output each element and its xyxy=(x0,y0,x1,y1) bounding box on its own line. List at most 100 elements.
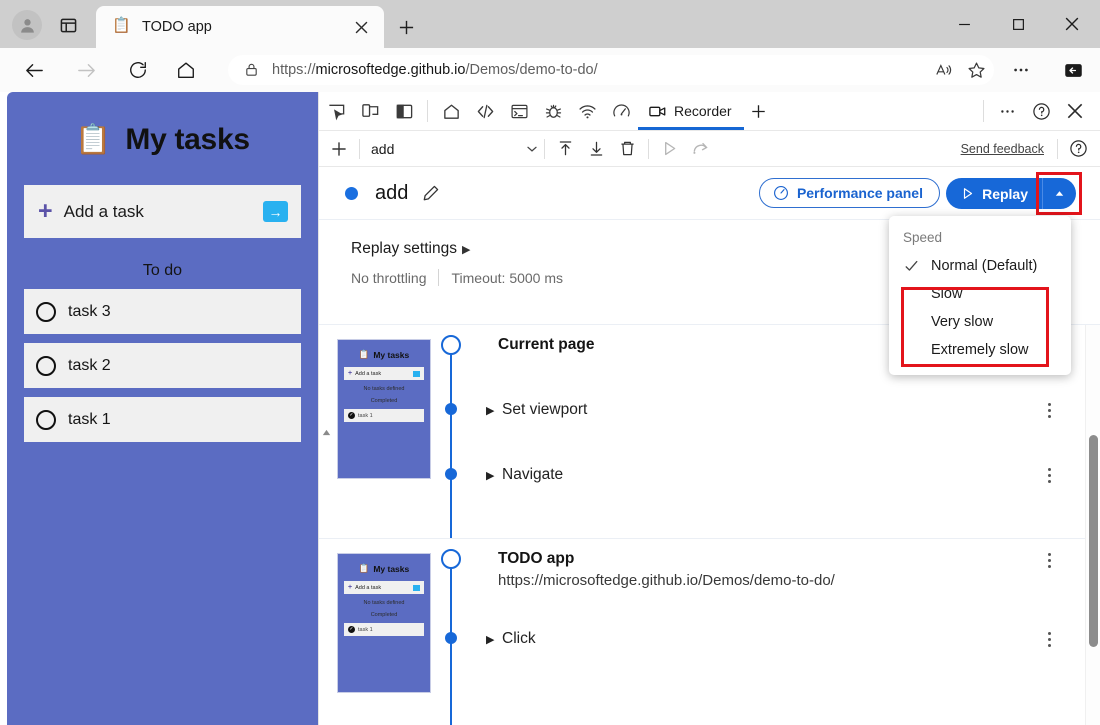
toolbar-divider xyxy=(544,139,545,159)
step-navigate[interactable]: ▶ Navigate xyxy=(486,460,1100,490)
timeline-rail xyxy=(450,345,452,538)
add-recording-icon[interactable] xyxy=(323,135,354,163)
window-close-button[interactable] xyxy=(1050,8,1094,40)
performance-icon[interactable] xyxy=(604,96,638,126)
step-menu-icon[interactable] xyxy=(1038,547,1060,573)
timeline-node-open xyxy=(441,549,461,569)
thumbnail-add-label: Add a task xyxy=(355,585,413,591)
devtools-close-icon[interactable] xyxy=(1058,96,1092,126)
step-over-icon xyxy=(685,135,716,163)
devtools-tabbar-right xyxy=(977,96,1100,126)
recorder-camera-icon xyxy=(648,102,667,121)
task-checkbox-icon[interactable] xyxy=(36,410,56,430)
add-panel-button[interactable] xyxy=(744,96,774,126)
checkmark-icon xyxy=(903,258,931,275)
performance-panel-label: Performance panel xyxy=(797,185,923,201)
step-set-viewport[interactable]: ▶ Set viewport xyxy=(486,395,1100,425)
back-button[interactable] xyxy=(18,54,50,86)
browser-tab[interactable]: 📋 TODO app xyxy=(96,6,384,48)
recording-select-value: add xyxy=(371,141,525,157)
new-tab-button[interactable] xyxy=(392,13,420,41)
speed-option-normal[interactable]: Normal (Default) xyxy=(889,252,1071,280)
favorite-star-icon[interactable] xyxy=(962,56,990,84)
address-bar[interactable]: https://microsoftedge.github.io/Demos/de… xyxy=(228,55,994,85)
task-list-item[interactable]: task 3 xyxy=(24,289,301,334)
browser-navigation-bar: https://microsoftedge.github.io/Demos/de… xyxy=(0,48,1100,92)
add-task-submit-icon[interactable]: → xyxy=(263,201,288,222)
step-menu-icon[interactable] xyxy=(1038,626,1060,652)
thumbnail-add-label: Add a task xyxy=(355,371,413,377)
add-task-input[interactable]: + Add a task → xyxy=(24,185,301,238)
browser-more-options-icon[interactable] xyxy=(1006,55,1036,85)
inspect-element-icon[interactable] xyxy=(319,96,353,126)
network-icon[interactable] xyxy=(570,96,604,126)
task-list-item[interactable]: task 1 xyxy=(24,397,301,442)
tab-recorder-label: Recorder xyxy=(674,103,732,119)
plus-icon: + xyxy=(38,199,53,224)
elements-icon[interactable] xyxy=(468,96,502,126)
browser-tabstrip: 📋 TODO app xyxy=(0,0,1100,48)
speed-option-very-slow[interactable]: Very slow xyxy=(889,308,1071,336)
speed-option-slow[interactable]: Slow xyxy=(889,280,1071,308)
web-page-viewport: 📋 My tasks + Add a task → To do task 3 t… xyxy=(0,92,318,725)
home-button[interactable] xyxy=(170,54,202,86)
window-minimize-button[interactable] xyxy=(942,8,986,40)
device-emulation-icon[interactable] xyxy=(353,96,387,126)
split-screen-icon[interactable] xyxy=(1058,55,1088,85)
welcome-home-icon[interactable] xyxy=(434,96,468,126)
step-label: Set viewport xyxy=(502,401,587,419)
speed-option-label: Extremely slow xyxy=(931,342,1029,358)
tab-close-icon[interactable] xyxy=(348,14,374,40)
steps-scrollbar[interactable] xyxy=(1085,325,1100,725)
devtools-more-options-icon[interactable] xyxy=(990,96,1024,126)
profile-avatar-icon[interactable] xyxy=(12,10,42,40)
tab-actions-icon[interactable] xyxy=(54,11,82,39)
speed-option-extremely-slow[interactable]: Extremely slow xyxy=(889,336,1071,364)
recording-header: add Performance panel Replay xyxy=(319,167,1100,220)
replay-button[interactable]: Replay xyxy=(946,178,1042,209)
step-menu-icon[interactable] xyxy=(1038,462,1060,488)
export-recording-icon[interactable] xyxy=(581,135,612,163)
tab-recorder[interactable]: Recorder xyxy=(638,92,744,130)
thumbnail-title: My tasks xyxy=(373,564,409,574)
replay-speed-menu: Speed Normal (Default) Slow Very slow Ex… xyxy=(889,216,1071,375)
recording-select[interactable]: add xyxy=(371,136,539,162)
reload-button[interactable] xyxy=(122,54,154,86)
replay-speed-caret-button[interactable] xyxy=(1042,178,1076,209)
console-icon[interactable] xyxy=(502,96,536,126)
recorder-help-icon[interactable] xyxy=(1063,135,1094,163)
import-recording-icon[interactable] xyxy=(550,135,581,163)
thumbnail-task-label: task 1 xyxy=(358,413,373,419)
task-checkbox-icon[interactable] xyxy=(36,302,56,322)
send-feedback-link[interactable]: Send feedback xyxy=(961,142,1044,156)
url-host: microsoftedge.github.io xyxy=(316,62,466,78)
scrollbar-thumb[interactable] xyxy=(1089,435,1098,647)
task-label: task 1 xyxy=(68,411,111,429)
dock-side-icon[interactable] xyxy=(387,96,421,126)
recording-status-dot xyxy=(345,187,358,200)
sources-debugger-icon[interactable] xyxy=(536,96,570,126)
devtools-help-icon[interactable] xyxy=(1024,96,1058,126)
thumbnail-title: My tasks xyxy=(373,350,409,360)
scrollbar-up-arrow-icon[interactable] xyxy=(319,425,334,439)
step-click[interactable]: ▶ Click xyxy=(486,624,1100,654)
recorder-steps-list: 📋 My tasks + Add a task No tasks defined… xyxy=(319,325,1100,725)
toolbar-divider xyxy=(359,139,360,159)
step-group-url: https://microsoftedge.github.io/Demos/de… xyxy=(498,572,835,589)
read-aloud-icon[interactable] xyxy=(930,56,958,84)
task-checkbox-icon[interactable] xyxy=(36,356,56,376)
performance-panel-button[interactable]: Performance panel xyxy=(759,178,940,208)
pencil-edit-icon[interactable] xyxy=(421,183,441,203)
add-task-placeholder: Add a task xyxy=(64,202,263,222)
step-label: Navigate xyxy=(502,466,563,484)
url-path: /Demos/demo-to-do/ xyxy=(465,62,597,78)
delete-recording-icon[interactable] xyxy=(612,135,643,163)
todo-header: 📋 My tasks xyxy=(7,92,318,157)
thumbnail-header: 📋 My tasks xyxy=(338,554,430,574)
expand-triangle-icon: ▶ xyxy=(486,633,502,646)
window-maximize-button[interactable] xyxy=(996,8,1040,40)
plus-icon: + xyxy=(348,584,352,591)
task-list-item[interactable]: task 2 xyxy=(24,343,301,388)
thumbnail-submit-icon xyxy=(413,585,420,591)
step-menu-icon[interactable] xyxy=(1038,397,1060,423)
